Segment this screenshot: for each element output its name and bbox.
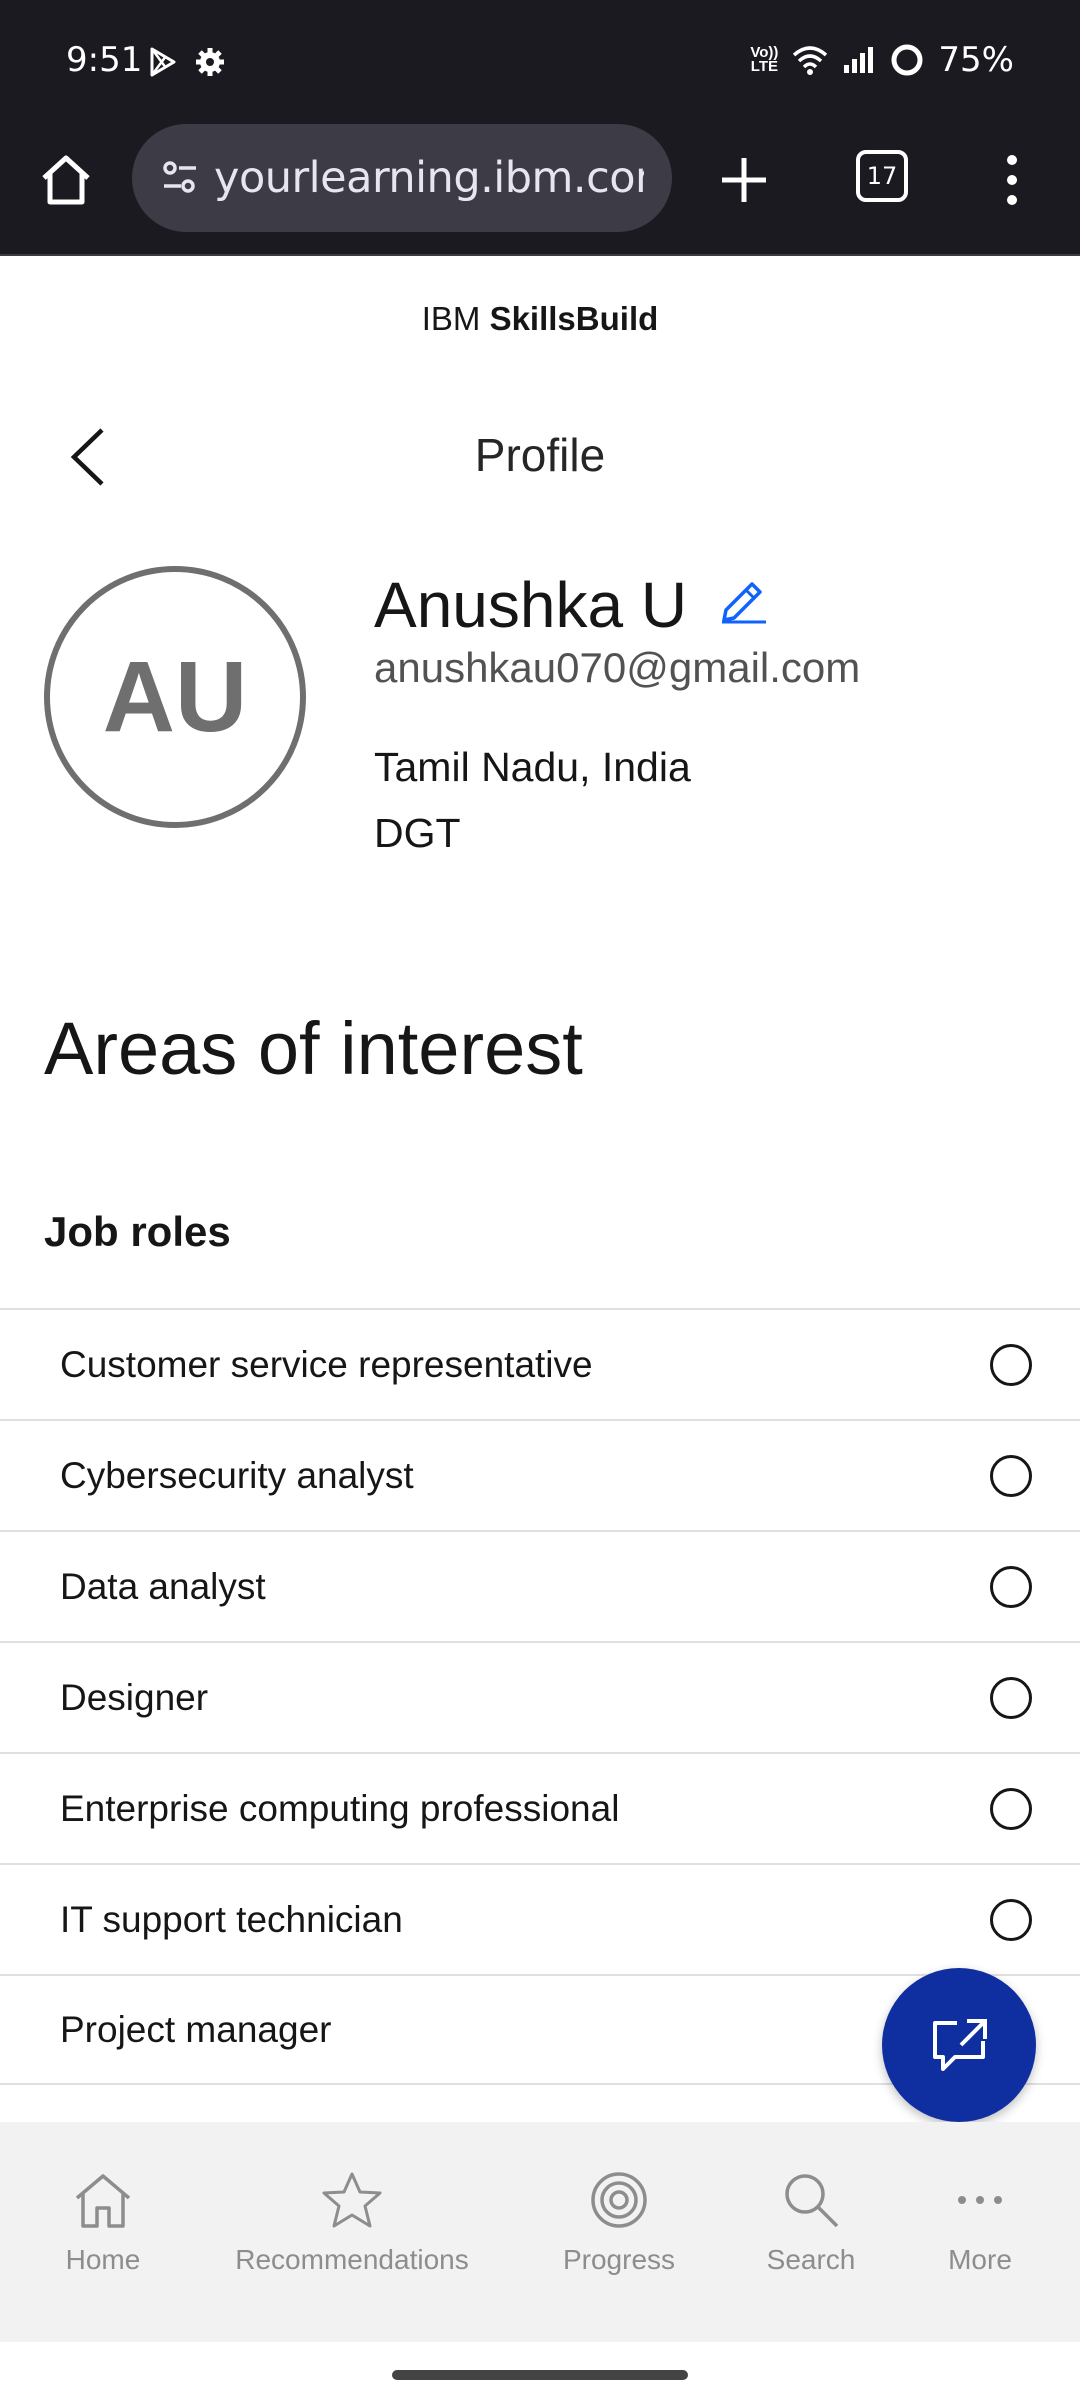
job-role-radio[interactable] — [990, 1787, 1032, 1830]
job-role-label: Enterprise computing professional — [60, 1787, 620, 1829]
nav-more[interactable]: More — [860, 2170, 1080, 2276]
status-bar: 9:51 Vo)) LTE 75% — [0, 0, 1080, 124]
job-role-item[interactable]: Designer — [0, 1641, 1080, 1752]
job-role-radio[interactable] — [990, 1898, 1032, 1941]
profile-organization: DGT — [374, 810, 461, 856]
brand-logo[interactable]: IBM SkillsBuild — [0, 300, 1080, 338]
job-role-label: Cybersecurity analyst — [60, 1454, 414, 1496]
job-role-item[interactable]: Enterprise computing professional — [0, 1752, 1080, 1863]
avatar: AU — [44, 566, 306, 828]
nav-more-label: More — [948, 2244, 1012, 2275]
url-bar[interactable]: yourlearning.ibm.com — [132, 124, 672, 232]
wifi-icon — [793, 46, 828, 75]
job-role-label: Customer service representative — [60, 1343, 593, 1385]
chat-launch-icon — [933, 2019, 987, 2071]
signal-icon — [844, 47, 874, 73]
job-role-label: Designer — [60, 1676, 209, 1718]
profile-email: anushkau070@gmail.com — [374, 644, 861, 691]
search-icon — [785, 2174, 839, 2228]
nav-home[interactable]: Home — [0, 2170, 223, 2276]
job-role-item[interactable]: Data analyst — [0, 1530, 1080, 1641]
areas-of-interest-heading: Areas of interest — [44, 1007, 583, 1090]
settings-gear-icon — [196, 48, 224, 76]
job-roles-list: Customer service representative Cybersec… — [0, 1308, 1080, 2085]
job-roles-heading: Job roles — [44, 1208, 231, 1255]
browser-toolbar: yourlearning.ibm.com 17 — [0, 124, 1080, 256]
nav-recommendations[interactable]: Recommendations — [232, 2170, 472, 2276]
job-role-label: IT support technician — [60, 1898, 403, 1940]
nav-progress-label: Progress — [562, 2244, 676, 2275]
job-role-radio[interactable] — [990, 1343, 1032, 1386]
star-icon — [322, 2172, 382, 2228]
new-tab-icon[interactable] — [712, 148, 776, 212]
bottom-navigation: Home Recommendations Progress Search Mor… — [0, 2122, 1080, 2342]
status-time: 9:51 — [66, 40, 143, 80]
edit-pencil-icon[interactable] — [718, 574, 770, 624]
nav-home-label: Home — [65, 2244, 141, 2275]
job-role-radio[interactable] — [990, 1565, 1032, 1608]
battery-percentage: 75% — [938, 40, 1014, 80]
home-icon[interactable] — [36, 150, 96, 210]
avatar-initials: AU — [102, 640, 248, 753]
profile-location: Tamil Nadu, India — [374, 744, 691, 790]
profile-name: Anushka U — [374, 569, 688, 641]
more-options-icon[interactable] — [1000, 150, 1024, 210]
status-indicators: Vo)) LTE 75% — [750, 40, 1014, 80]
tab-switcher-button[interactable]: 17 — [856, 150, 908, 202]
job-role-item[interactable]: Cybersecurity analyst — [0, 1419, 1080, 1530]
job-role-label: Project manager — [60, 2008, 332, 2050]
home-nav-icon — [75, 2174, 131, 2228]
url-text: yourlearning.ibm.com — [214, 153, 644, 203]
feedback-chat-button[interactable] — [882, 1968, 1036, 2122]
home-indicator[interactable] — [392, 2370, 688, 2380]
job-role-radio[interactable] — [990, 1454, 1032, 1497]
volte-icon: Vo)) LTE — [750, 44, 779, 75]
nav-search-label: Search — [766, 2244, 856, 2275]
nav-recommendations-label: Recommendations — [235, 2244, 469, 2275]
play-store-icon — [150, 47, 176, 77]
job-role-item[interactable]: IT support technician — [0, 1863, 1080, 1974]
battery-icon — [891, 44, 923, 76]
progress-target-icon — [591, 2172, 647, 2228]
page-title: Profile — [474, 429, 606, 481]
more-dots-icon — [958, 2196, 1002, 2204]
job-role-label: Data analyst — [60, 1565, 266, 1607]
job-role-radio[interactable] — [990, 1676, 1032, 1719]
site-settings-icon[interactable] — [154, 152, 206, 204]
job-role-item[interactable]: Customer service representative — [0, 1308, 1080, 1419]
